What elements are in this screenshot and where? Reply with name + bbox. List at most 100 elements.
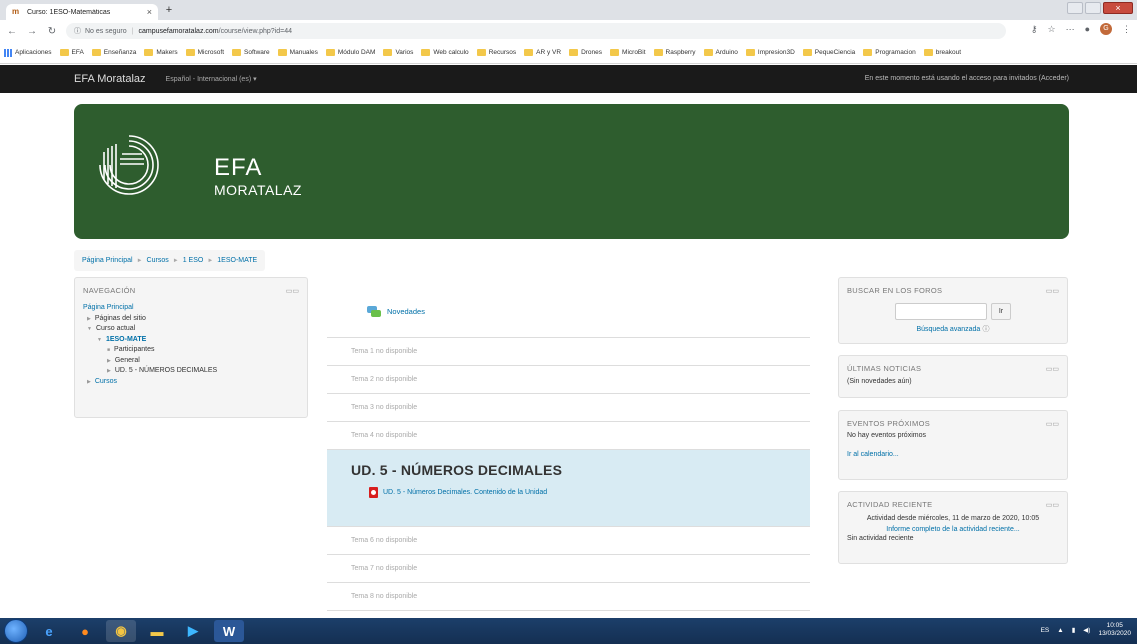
nav-home-link[interactable]: Página Principal <box>83 304 134 311</box>
bookmark-folder[interactable]: Software <box>232 49 270 56</box>
bookmark-label: Programacion <box>875 49 916 56</box>
tab-close-icon[interactable]: × <box>147 7 152 17</box>
bookmark-folder[interactable]: Drones <box>569 49 602 56</box>
browser-tab[interactable]: m Curso: 1ESO-Matemáticas × <box>6 4 158 20</box>
bookmark-folder[interactable]: Raspberry <box>653 49 696 56</box>
bookmark-folder[interactable]: Impresion3D <box>745 49 795 56</box>
forum-search-button[interactable]: Ir <box>991 303 1011 320</box>
bookmark-folder[interactable]: AR y VR <box>524 49 561 56</box>
breadcrumb-category[interactable]: 1 ESO <box>183 257 204 264</box>
nav-participants[interactable]: Participantes <box>114 346 154 353</box>
breadcrumb-course[interactable]: 1ESO-MATE <box>217 257 257 264</box>
resource-link[interactable]: UD. 5 - Números Decimales. Contenido de … <box>383 489 547 496</box>
key-icon[interactable]: ⚷ <box>1031 24 1038 35</box>
news-forum-link[interactable]: Novedades <box>387 307 425 316</box>
nav-site-pages[interactable]: Páginas del sitio <box>95 315 146 322</box>
bookmark-label: Enseñanza <box>103 49 137 56</box>
back-icon[interactable]: ← <box>4 26 20 37</box>
bookmark-folder[interactable]: Makers <box>144 49 178 56</box>
help-icon[interactable]: ⓘ <box>983 326 990 333</box>
block-controls-icon[interactable]: ▭▭ <box>1046 287 1059 295</box>
upcoming-events-block: EVENTOS PRÓXIMOS ▭▭ No hay eventos próxi… <box>838 410 1068 480</box>
block-controls-icon[interactable]: ▭▭ <box>1046 501 1059 509</box>
file-explorer-icon[interactable]: ▬ <box>142 620 172 642</box>
bookmark-folder[interactable]: Módulo DAM <box>325 49 376 56</box>
language-indicator[interactable]: ES <box>1041 627 1050 634</box>
url-field[interactable]: ⓘ No es seguro | campusefamoratalaz.com … <box>66 23 1006 39</box>
volume-icon[interactable]: ◀) <box>1083 626 1090 634</box>
pdf-icon <box>369 487 378 498</box>
bookmark-folder[interactable]: breakout <box>923 49 961 56</box>
extension-circle-icon[interactable]: ● <box>1085 24 1090 34</box>
close-window-button[interactable]: × <box>1103 2 1133 14</box>
bookmark-label: Módulo DAM <box>337 49 376 56</box>
bookmark-label: Impresion3D <box>757 49 795 56</box>
bookmark-label: Microsoft <box>197 49 225 56</box>
profile-avatar[interactable]: G <box>1100 23 1112 35</box>
block-controls-icon[interactable]: ▭▭ <box>1046 365 1059 373</box>
language-menu[interactable]: Español - Internacional (es) ▾ <box>166 75 257 83</box>
calendar-link[interactable]: Ir al calendario... <box>847 451 899 458</box>
bookmark-folder[interactable]: Microsoft <box>185 49 225 56</box>
reload-icon[interactable]: ↻ <box>44 26 60 37</box>
nav-courses-link[interactable]: Cursos <box>95 378 117 385</box>
bookmark-folder[interactable]: Manuales <box>277 49 318 56</box>
network-icon[interactable]: ▮ <box>1072 626 1076 634</box>
bookmark-folder[interactable]: Programacion <box>863 49 916 56</box>
clock-time: 10:05 <box>1106 622 1123 629</box>
bookmark-label: EFA <box>71 49 84 56</box>
media-player-icon[interactable]: ▶ <box>178 620 208 642</box>
forum-search-input[interactable] <box>895 303 987 320</box>
bookmark-folder[interactable]: Varios <box>383 49 413 56</box>
activity-none: Sin actividad reciente <box>847 535 914 542</box>
collapsed-arrow-icon: ▶ <box>107 357 111 364</box>
advanced-search-link[interactable]: Búsqueda avanzada <box>916 326 980 333</box>
info-icon[interactable]: ⓘ <box>74 26 81 36</box>
bookmark-folder[interactable]: Enseñanza <box>91 49 137 56</box>
bookmark-label: AR y VR <box>536 49 562 56</box>
bookmark-folder[interactable]: Recursos <box>476 49 516 56</box>
site-brand-link[interactable]: EFA Moratalaz <box>74 73 146 85</box>
start-button[interactable] <box>4 619 28 643</box>
activity-since: Actividad desde miércoles, 11 de marzo d… <box>866 515 1040 522</box>
menu-icon[interactable]: ⋮ <box>1122 24 1131 35</box>
activity-report-link[interactable]: Informe completo de la actividad recient… <box>886 526 1019 533</box>
bookmark-folder[interactable]: MicroBit <box>610 49 646 56</box>
topic-row: Tema 6 no disponible <box>327 527 810 555</box>
bookmark-folder[interactable]: PequeCiencia <box>802 49 855 56</box>
moodle-favicon-icon: m <box>12 7 20 16</box>
block-controls-icon[interactable]: ▭▭ <box>286 287 299 295</box>
breadcrumb-home[interactable]: Página Principal <box>82 257 133 264</box>
clock[interactable]: 10:05 13/03/2020 <box>1098 622 1131 638</box>
bookmark-folder[interactable]: EFA <box>59 49 84 56</box>
nav-general[interactable]: General <box>115 357 140 364</box>
chrome-icon[interactable]: ◉ <box>106 620 136 642</box>
breadcrumb-courses[interactable]: Cursos <box>147 257 169 264</box>
nav-course-link[interactable]: 1ESO-MATE <box>106 336 146 343</box>
nav-current-course[interactable]: Curso actual <box>96 325 135 332</box>
guest-login-notice[interactable]: En este momento está usando el acceso pa… <box>865 75 1069 82</box>
banner-title: EFA <box>214 154 263 181</box>
minimize-button[interactable] <box>1067 2 1083 14</box>
address-bar: ← → ↻ ⌂ ⓘ No es seguro | campusefamorata… <box>0 20 1137 42</box>
tray-arrow-icon[interactable]: ▲ <box>1057 627 1063 634</box>
extension-icon[interactable]: ⋯ <box>1066 24 1075 35</box>
bookmark-folder[interactable]: Web calculo <box>421 49 469 56</box>
bookmark-folder[interactable]: Arduino <box>703 49 738 56</box>
firefox-icon[interactable]: ● <box>70 620 100 642</box>
nav-unit-5[interactable]: UD. 5 - NÚMEROS DECIMALES <box>115 367 217 374</box>
bookmark-label: Varios <box>395 49 414 56</box>
new-tab-button[interactable]: + <box>162 5 176 17</box>
url-path: /course/view.php?id=44 <box>218 27 292 35</box>
clock-date: 13/03/2020 <box>1098 630 1131 637</box>
latest-news-title: ÚLTIMAS NOTICIAS <box>847 364 922 373</box>
bookmark-apps[interactable]: Aplicaciones <box>4 48 52 57</box>
folder-icon <box>144 49 154 56</box>
block-controls-icon[interactable]: ▭▭ <box>1046 420 1059 428</box>
word-icon[interactable]: W <box>214 620 244 642</box>
folder-icon <box>185 49 195 56</box>
star-icon[interactable]: ☆ <box>1047 24 1055 35</box>
maximize-button[interactable] <box>1085 2 1101 14</box>
internet-explorer-icon[interactable]: e <box>34 620 64 642</box>
forward-icon[interactable]: → <box>24 26 40 37</box>
